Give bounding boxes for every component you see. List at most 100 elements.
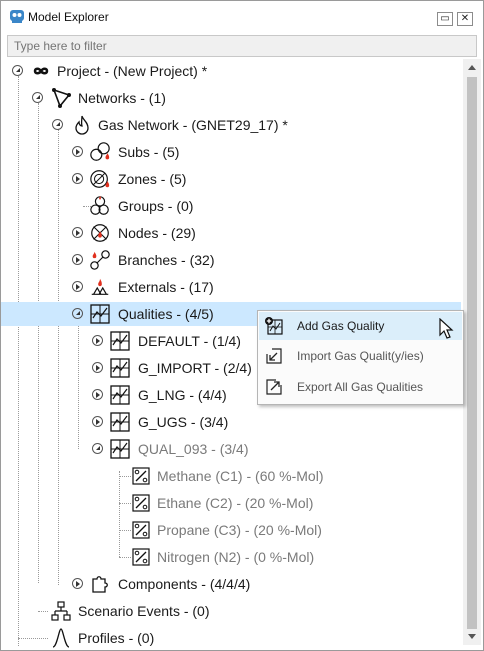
tree-item-label: DEFAULT - (1/4) [138,333,241,349]
model-explorer-window: Model Explorer ▭ ✕ Project - (New Projec… [0,0,484,651]
tree-item-scenario-events[interactable]: Scenario Events - (0) [1,599,461,623]
tree-item-components[interactable]: Components - (4/4/4) [1,572,461,596]
tree-item-component-nitrogen[interactable]: Nitrogen (N2) - (0 %-Mol) [1,545,461,569]
tree-item-branches[interactable]: Branches - (32) [1,248,461,272]
collapse-toggle[interactable] [12,65,23,76]
groups-icon [90,195,109,215]
percent-icon [132,494,150,512]
tree-item-component-ethane[interactable]: Ethane (C2) - (20 %-Mol) [1,491,461,515]
tree-item-label: Branches - (32) [118,252,215,268]
tree-item-label: Qualities - (4/5) [118,306,214,322]
menu-item-label: Export All Gas Qualities [297,380,424,394]
tree-item-label: QUAL_093 - (3/4) [138,441,249,457]
tree-item-label: Scenario Events - (0) [78,603,210,619]
tree-item-label: Networks - (1) [78,90,166,106]
expand-toggle[interactable] [72,281,83,292]
tree-item-component-propane[interactable]: Propane (C3) - (20 %-Mol) [1,518,461,542]
expand-toggle[interactable] [72,578,83,589]
tree-item-component-methane[interactable]: Methane (C1) - (60 %-Mol) [1,464,461,488]
restore-button[interactable]: ▭ [437,12,453,26]
collapse-toggle[interactable] [32,92,43,103]
filter-input[interactable] [8,36,476,56]
tree-item-networks[interactable]: Networks - (1) [1,86,461,110]
tree-item-label: Propane (C3) - (20 %-Mol) [157,522,322,538]
tree-item-project[interactable]: Project - (New Project) * [1,59,461,83]
zones-icon [90,170,110,188]
tree-item-label: Zones - (5) [118,171,187,187]
expand-toggle[interactable] [72,254,83,265]
tree-item-label: Groups - (0) [118,198,194,214]
quality-grid-icon [110,358,130,378]
mouse-cursor-icon [439,318,454,339]
quality-grid-icon [90,304,110,324]
expand-toggle[interactable] [92,389,103,400]
import-arrow-icon [266,348,282,364]
puzzle-piece-icon [92,576,108,593]
vertical-scrollbar[interactable] [463,59,481,645]
infinity-icon [33,67,49,75]
tree-item-label: G_LNG - (4/4) [138,387,227,403]
title-bar: Model Explorer ▭ ✕ [1,1,483,33]
close-button[interactable]: ✕ [457,12,473,26]
collapse-toggle[interactable] [92,443,103,454]
expand-toggle[interactable] [72,227,83,238]
externals-icon [91,278,109,295]
quality-grid-icon [110,412,130,432]
tree-item-subs[interactable]: Subs - (5) [1,140,461,164]
scroll-up-arrow-icon[interactable] [463,59,481,77]
collapse-toggle[interactable] [72,308,83,319]
tree-item-quality-g-ugs[interactable]: G_UGS - (3/4) [1,410,461,434]
percent-icon [132,521,150,539]
export-arrow-icon [266,379,282,395]
tree-item-zones[interactable]: Zones - (5) [1,167,461,191]
menu-item-label: Add Gas Quality [297,319,385,333]
nodes-icon [91,224,109,242]
collapse-toggle[interactable] [52,119,63,130]
tree-item-quality-qual-093[interactable]: QUAL_093 - (3/4) [1,437,461,461]
add-quality-icon [265,317,283,335]
tree-item-label: Subs - (5) [118,144,180,160]
scrollbar-thumb[interactable] [467,77,477,629]
menu-item-import-gas-qualities[interactable]: Import Gas Qualit(y/ies) [259,342,462,370]
tree-item-profiles[interactable]: Profiles - (0) [1,626,461,650]
percent-icon [132,548,150,566]
tree-item-label: Externals - (17) [118,279,214,295]
quality-grid-icon [110,439,130,459]
branches-icon [90,250,110,270]
expand-toggle[interactable] [72,173,83,184]
network-graph-icon [52,88,71,108]
tree-item-label: Methane (C1) - (60 %-Mol) [157,468,324,484]
tree-item-label: Project - (New Project) * [57,63,208,79]
tree-item-label: Nitrogen (N2) - (0 %-Mol) [157,549,315,565]
tree-item-label: Gas Network - (GNET29_17) * [98,117,288,133]
profile-curve-icon [52,628,70,648]
expand-toggle[interactable] [92,335,103,346]
tree-item-nodes[interactable]: Nodes - (29) [1,221,461,245]
tree-item-gas-network[interactable]: Gas Network - (GNET29_17) * [1,113,461,137]
flame-icon [75,115,89,135]
context-menu: Add Gas Quality Import Gas Qualit(y/ies)… [257,310,464,405]
subs-icon [90,142,110,161]
expand-toggle[interactable] [92,416,103,427]
hierarchy-icon [51,601,71,621]
tree-item-externals[interactable]: Externals - (17) [1,275,461,299]
tree-item-label: Components - (4/4/4) [118,576,251,592]
menu-item-export-all-gas-qualities[interactable]: Export All Gas Qualities [259,373,462,401]
tree-item-label: Ethane (C2) - (20 %-Mol) [157,495,314,511]
scroll-down-arrow-icon[interactable] [463,627,481,645]
percent-icon [132,467,150,485]
tree-item-label: Nodes - (29) [118,225,196,241]
expand-toggle[interactable] [92,362,103,373]
filter-box [7,35,477,57]
quality-grid-icon [110,331,130,351]
quality-grid-icon [110,385,130,405]
tree-item-label: G_UGS - (3/4) [138,414,229,430]
tree-item-groups[interactable]: Groups - (0) [1,194,461,218]
menu-item-add-gas-quality[interactable]: Add Gas Quality [259,312,462,340]
menu-item-label: Import Gas Qualit(y/ies) [297,349,424,363]
tree-item-label: G_IMPORT - (2/4) [138,360,252,376]
app-logo-icon [10,10,24,23]
expand-toggle[interactable] [72,146,83,157]
window-title: Model Explorer [28,10,109,24]
tree-item-label: Profiles - (0) [78,630,155,646]
